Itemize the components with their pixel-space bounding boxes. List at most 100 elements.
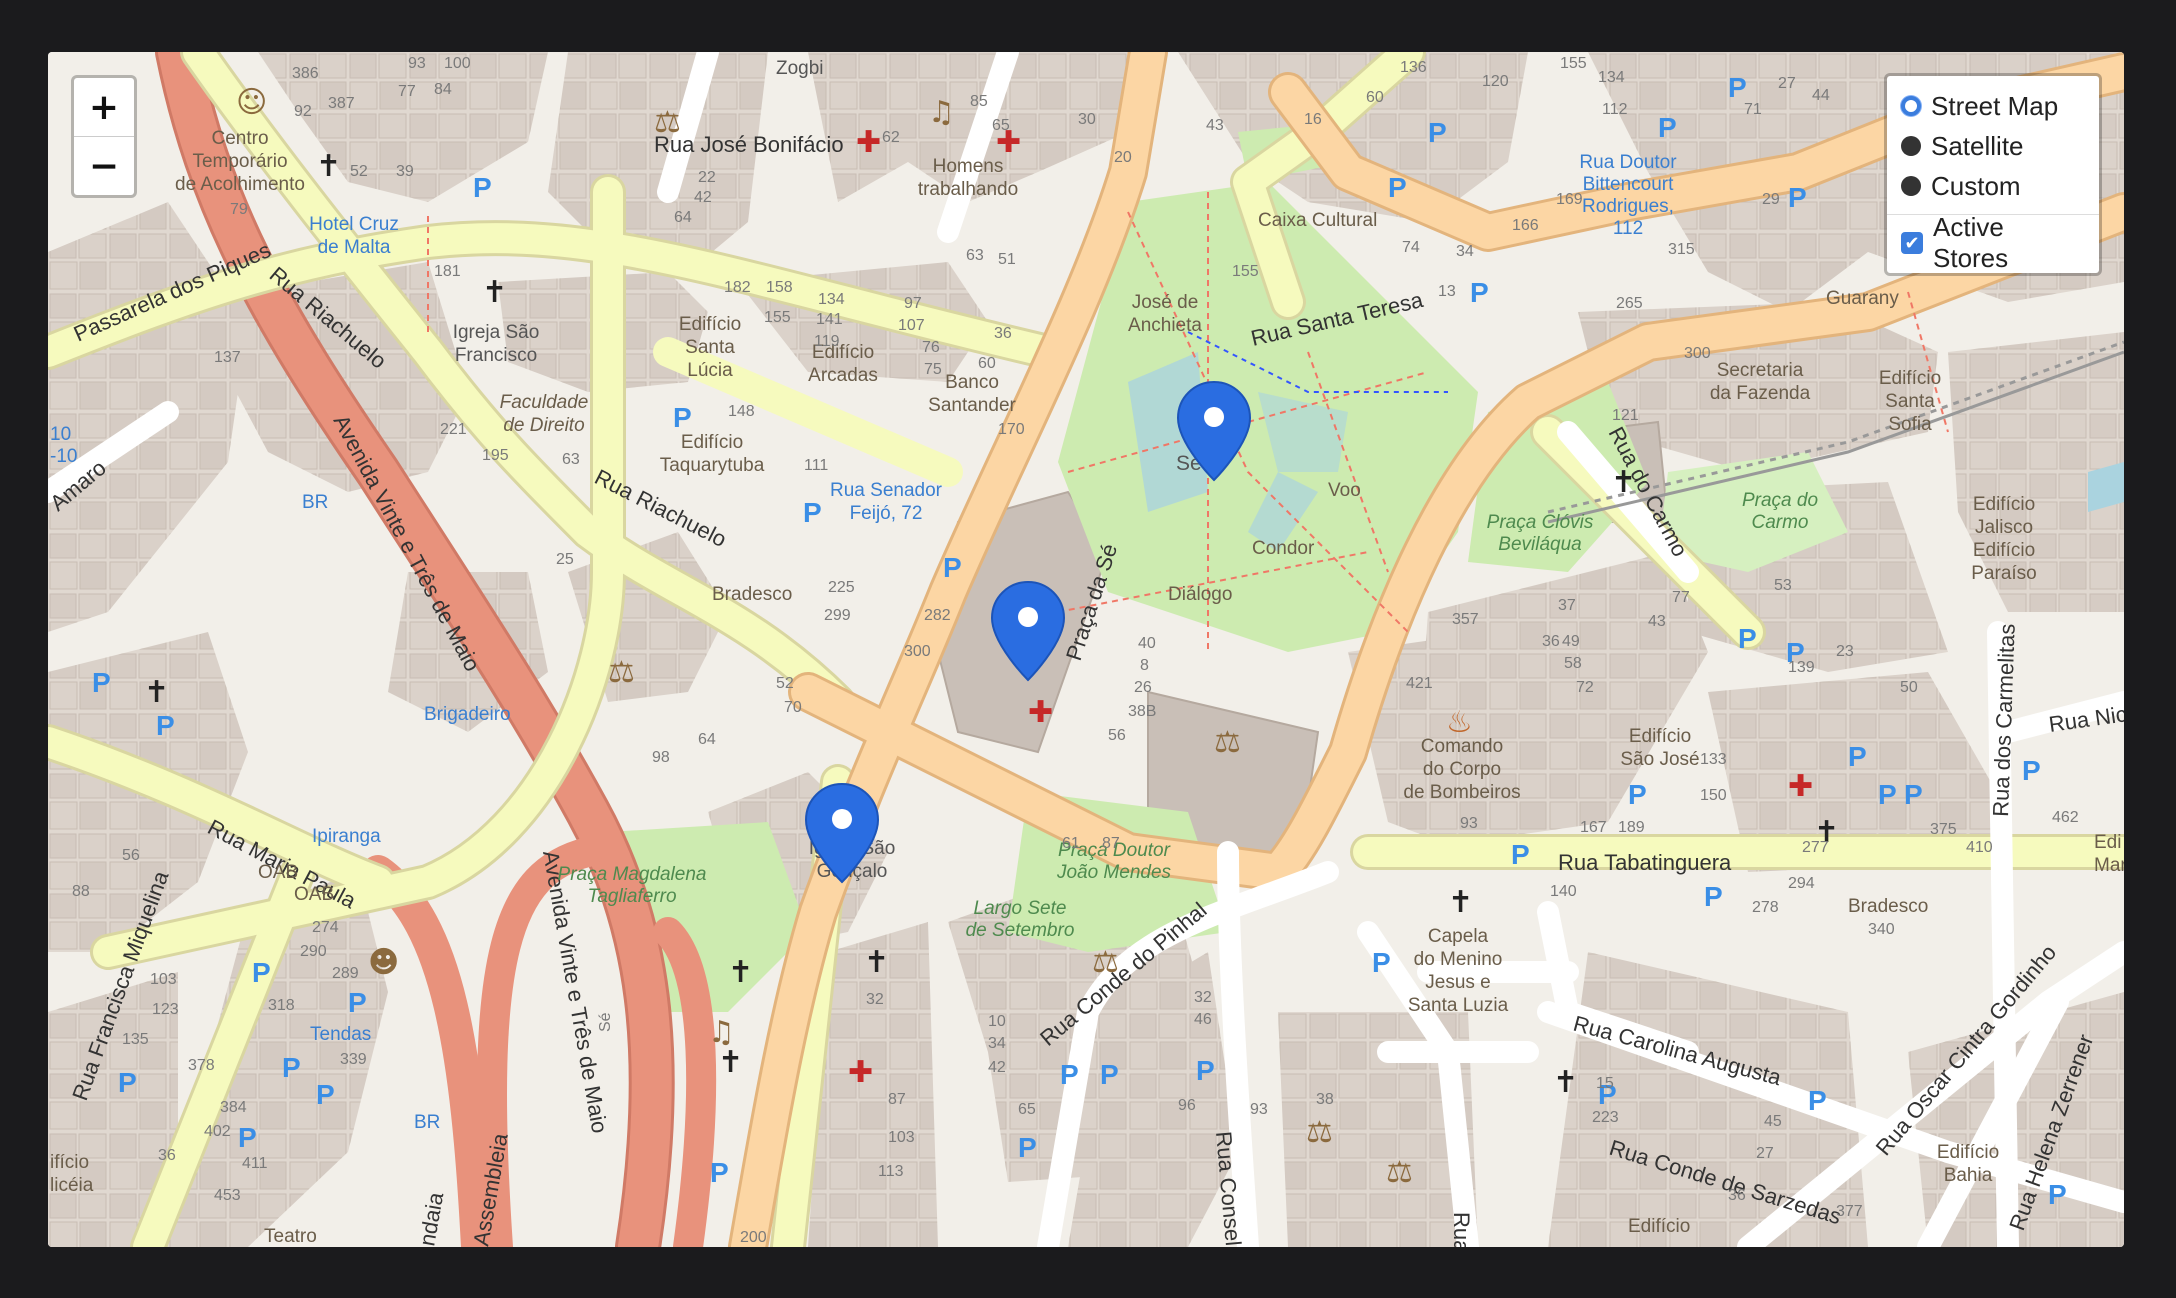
svg-text:P: P bbox=[252, 957, 271, 988]
svg-text:P: P bbox=[1878, 779, 1897, 810]
svg-text:339: 339 bbox=[340, 1051, 367, 1068]
svg-text:38: 38 bbox=[1316, 1091, 1334, 1108]
svg-text:70: 70 bbox=[784, 699, 802, 716]
layer-label-satellite: Satellite bbox=[1931, 130, 2024, 161]
svg-text:P: P bbox=[1428, 117, 1447, 148]
svg-text:462: 462 bbox=[2052, 809, 2079, 826]
svg-text:294: 294 bbox=[1788, 875, 1815, 892]
svg-text:⚖: ⚖ bbox=[1306, 1115, 1333, 1150]
svg-text:✝: ✝ bbox=[718, 1045, 743, 1080]
radio-icon[interactable] bbox=[1901, 136, 1921, 156]
svg-text:402: 402 bbox=[204, 1123, 231, 1140]
svg-text:166: 166 bbox=[1512, 217, 1539, 234]
svg-text:34: 34 bbox=[1456, 243, 1474, 260]
svg-text:P: P bbox=[118, 1067, 137, 1098]
svg-text:77: 77 bbox=[398, 83, 416, 100]
svg-text:30: 30 bbox=[1078, 111, 1096, 128]
svg-text:P: P bbox=[1100, 1059, 1119, 1090]
svg-text:✝: ✝ bbox=[144, 675, 169, 710]
svg-text:Rua: Rua bbox=[1449, 1212, 1474, 1247]
svg-text:225: 225 bbox=[828, 579, 855, 596]
svg-text:P: P bbox=[1704, 881, 1723, 912]
svg-text:155: 155 bbox=[764, 309, 791, 326]
svg-text:79: 79 bbox=[230, 201, 248, 218]
svg-text:62: 62 bbox=[882, 129, 900, 146]
svg-text:77: 77 bbox=[1672, 589, 1690, 606]
svg-text:P: P bbox=[673, 402, 692, 433]
svg-text:Sé: Sé bbox=[597, 1012, 614, 1032]
svg-text:Condor: Condor bbox=[1252, 538, 1315, 559]
svg-text:148: 148 bbox=[728, 403, 755, 420]
svg-text:P: P bbox=[238, 1122, 257, 1153]
svg-text:32: 32 bbox=[866, 991, 884, 1008]
svg-text:⚖: ⚖ bbox=[608, 655, 635, 690]
svg-text:✚: ✚ bbox=[848, 1055, 873, 1090]
svg-text:38B: 38B bbox=[1128, 703, 1156, 720]
svg-text:88: 88 bbox=[72, 883, 90, 900]
svg-text:318: 318 bbox=[268, 997, 295, 1014]
layer-control: Street Map Satellite Custom ✔ Active Sto… bbox=[1884, 73, 2102, 276]
svg-text:134: 134 bbox=[1598, 69, 1625, 86]
svg-text:✚: ✚ bbox=[1788, 769, 1813, 804]
svg-text:63: 63 bbox=[562, 451, 580, 468]
zoom-in-button[interactable]: + bbox=[74, 78, 134, 136]
svg-text:✝: ✝ bbox=[482, 275, 507, 310]
svg-text:P: P bbox=[282, 1052, 301, 1083]
svg-text:P: P bbox=[473, 172, 492, 203]
svg-text:64: 64 bbox=[698, 731, 716, 748]
svg-text:141: 141 bbox=[816, 311, 843, 328]
svg-text:BR: BR bbox=[302, 492, 328, 513]
svg-text:Edifício: Edifício bbox=[1628, 1216, 1690, 1237]
svg-text:103: 103 bbox=[888, 1129, 915, 1146]
svg-text:277: 277 bbox=[1802, 839, 1829, 856]
svg-text:8: 8 bbox=[1140, 657, 1149, 674]
svg-text:Rua Tabatinguera: Rua Tabatinguera bbox=[1558, 850, 1732, 875]
svg-text:36: 36 bbox=[994, 325, 1012, 342]
svg-text:P: P bbox=[92, 667, 111, 698]
svg-text:42: 42 bbox=[694, 189, 712, 206]
svg-text:123: 123 bbox=[152, 1001, 179, 1018]
layer-option-satellite[interactable]: Satellite bbox=[1901, 126, 2085, 166]
svg-text:72: 72 bbox=[1576, 679, 1594, 696]
svg-text:P: P bbox=[1904, 779, 1923, 810]
map-canvas[interactable]: P P P P P P P P P P P P P P P P P P P P bbox=[48, 52, 2124, 1247]
svg-text:107: 107 bbox=[898, 317, 925, 334]
svg-text:36: 36 bbox=[1542, 633, 1560, 650]
svg-text:P: P bbox=[943, 552, 962, 583]
svg-text:93: 93 bbox=[1460, 815, 1478, 832]
layer-option-street-map[interactable]: Street Map bbox=[1901, 86, 2085, 126]
svg-text:Largo Setede Setembro: Largo Sete de Setembro bbox=[966, 898, 1075, 941]
svg-text:☻: ☻ bbox=[368, 945, 399, 980]
svg-text:Zogbi: Zogbi bbox=[776, 58, 824, 79]
svg-text:✝: ✝ bbox=[728, 955, 753, 990]
svg-text:112: 112 bbox=[1602, 101, 1628, 118]
svg-text:P: P bbox=[803, 497, 822, 528]
svg-text:Bradesco: Bradesco bbox=[712, 584, 792, 605]
zoom-out-button[interactable]: − bbox=[74, 136, 134, 195]
radio-icon[interactable] bbox=[1901, 176, 1921, 196]
svg-text:223: 223 bbox=[1592, 1109, 1619, 1126]
overlay-label-active-stores: Active Stores bbox=[1933, 212, 2009, 273]
svg-text:✝: ✝ bbox=[864, 945, 889, 980]
svg-text:P: P bbox=[2022, 755, 2041, 786]
svg-text:136: 136 bbox=[1400, 59, 1427, 76]
svg-text:43: 43 bbox=[1206, 117, 1224, 134]
svg-text:453: 453 bbox=[214, 1187, 241, 1204]
svg-text:43: 43 bbox=[1648, 613, 1666, 630]
svg-text:75: 75 bbox=[924, 361, 942, 378]
svg-text:167: 167 bbox=[1580, 819, 1607, 836]
layer-option-custom[interactable]: Custom bbox=[1901, 166, 2085, 206]
overlay-option-active-stores[interactable]: ✔ Active Stores bbox=[1901, 212, 2085, 273]
radio-selected-icon[interactable] bbox=[1901, 96, 1921, 116]
svg-text:221: 221 bbox=[440, 421, 467, 438]
checkbox-checked-icon[interactable]: ✔ bbox=[1901, 232, 1923, 254]
svg-text:58: 58 bbox=[1564, 655, 1582, 672]
svg-text:120: 120 bbox=[1482, 73, 1509, 90]
svg-text:386: 386 bbox=[292, 65, 319, 82]
svg-text:56: 56 bbox=[122, 847, 140, 864]
svg-text:274: 274 bbox=[312, 919, 339, 936]
svg-text:Teatro: Teatro bbox=[264, 1226, 317, 1247]
svg-text:282: 282 bbox=[924, 607, 951, 624]
svg-text:93: 93 bbox=[408, 55, 426, 72]
svg-text:195: 195 bbox=[482, 447, 509, 464]
